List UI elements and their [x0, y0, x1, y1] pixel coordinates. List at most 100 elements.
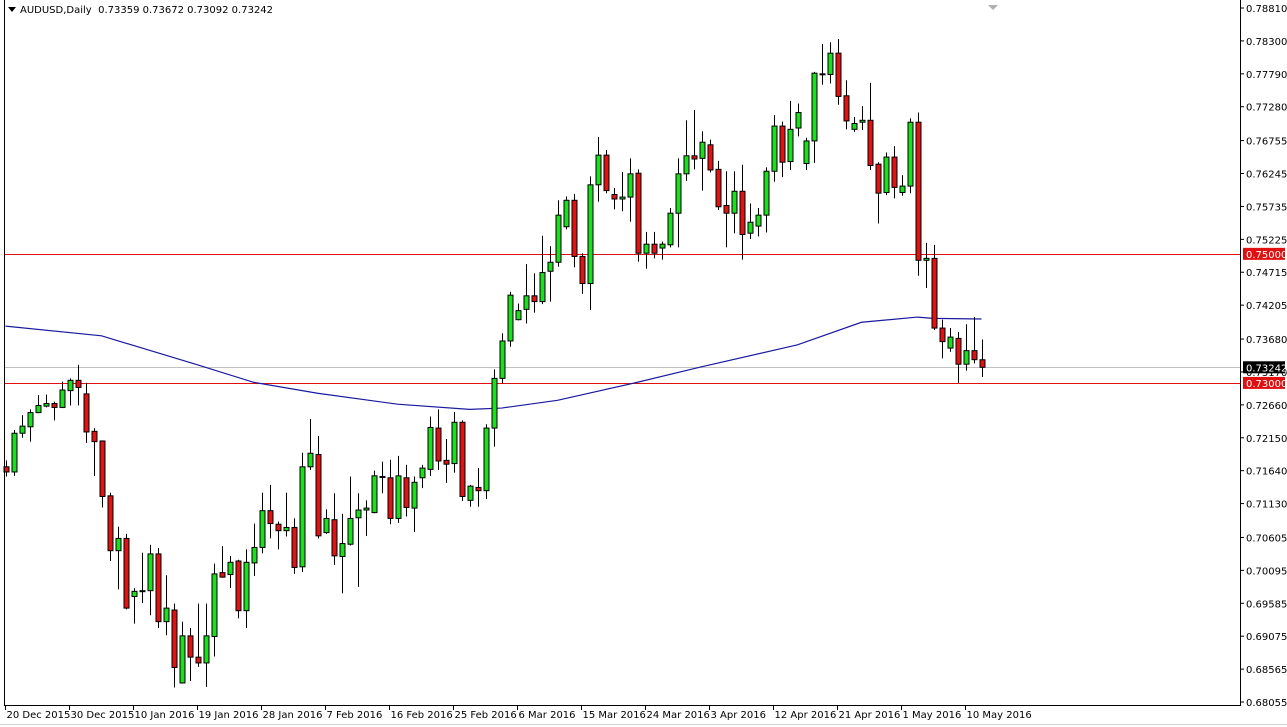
bull-candle-body: [963, 350, 970, 365]
candle: [915, 112, 922, 276]
chart-shift-marker-icon[interactable]: [988, 5, 998, 10]
bull-candle-body: [643, 243, 650, 254]
candle: [147, 544, 154, 616]
candle: [323, 509, 330, 534]
bull-candle-body: [35, 404, 42, 414]
bull-candle-body: [491, 377, 498, 429]
price-tick-label: 0.78300: [1246, 37, 1287, 48]
symbol-label: AUDUSD,Daily: [20, 5, 92, 16]
bear-candle-body: [195, 656, 202, 664]
bull-candle-body: [427, 426, 434, 470]
candle: [947, 328, 954, 352]
candle: [43, 394, 50, 408]
price-tick-label: 0.73680: [1246, 335, 1287, 346]
candle: [83, 382, 90, 443]
candle: [827, 42, 834, 84]
bear-candle-body: [635, 172, 642, 254]
candle: [787, 100, 794, 170]
bull-candle-body: [483, 427, 490, 492]
bear-candle-body: [139, 590, 146, 593]
bull-candle-body: [507, 294, 514, 342]
bull-candle-body: [363, 507, 370, 511]
bull-candle-body: [251, 546, 258, 564]
bear-candle-body: [611, 193, 618, 200]
candle: [179, 621, 186, 684]
bull-candle-body: [163, 607, 170, 623]
candle: [283, 492, 290, 537]
price-tick-label: 0.75225: [1246, 235, 1287, 246]
bull-candle-body: [523, 295, 530, 310]
bear-candle-body: [939, 327, 946, 343]
bear-candle-body: [579, 255, 586, 285]
bear-candle-body: [707, 144, 714, 171]
dropdown-triangle-icon[interactable]: [8, 7, 16, 12]
bear-candle-body: [291, 526, 298, 568]
candle: [235, 559, 242, 619]
candle: [619, 171, 626, 212]
bear-candle-body: [83, 393, 90, 433]
candle: [803, 137, 810, 170]
candle: [531, 273, 538, 313]
candle: [59, 381, 66, 409]
candle: [379, 461, 386, 494]
bull-candle-body: [731, 190, 738, 214]
bear-candle-body: [715, 168, 722, 208]
price-tick-label: 0.70605: [1246, 533, 1287, 544]
bull-candle-body: [283, 526, 290, 532]
bull-candle-body: [131, 590, 138, 597]
bull-candle-body: [803, 140, 810, 165]
candle: [27, 409, 34, 442]
bull-candle-body: [115, 537, 122, 552]
time-tick-label: 1 May 2016: [903, 710, 962, 721]
time-axis: 20 Dec 2015 30 Dec 2015 10 Jan 2016 19 Jan …: [5, 705, 1032, 721]
candle: [163, 575, 170, 636]
candle: [371, 470, 378, 514]
candle: [251, 523, 258, 576]
bull-candle-body: [699, 141, 706, 159]
candle: [707, 139, 714, 173]
price-axis: 0.78810 0.78300 0.77790 0.77280 0.76755 0.762…: [1240, 4, 1287, 709]
candle: [363, 500, 370, 536]
candle: [435, 409, 442, 471]
bear-candle-body: [915, 121, 922, 261]
bull-candle-body: [499, 340, 506, 379]
candle: [859, 106, 866, 130]
bull-candle-body: [947, 336, 954, 349]
candle: [307, 419, 314, 471]
candle: [483, 424, 490, 500]
time-tick-label: 12 Apr 2016: [775, 710, 837, 721]
candle: [139, 552, 146, 603]
candle: [795, 103, 802, 137]
bear-candle-body: [171, 609, 178, 668]
time-tick-label: 30 Dec 2015: [71, 710, 135, 721]
bull-candle-body: [203, 635, 210, 664]
bull-candle-body: [11, 432, 18, 473]
candle: [667, 208, 674, 248]
candle: [427, 416, 434, 476]
price-tick-label: 0.77790: [1246, 70, 1287, 81]
bull-candle-body: [227, 561, 234, 576]
candle: [339, 513, 346, 594]
candle: [971, 317, 978, 364]
candle: [635, 169, 642, 262]
bear-candle-body: [315, 454, 322, 537]
bull-candle-body: [19, 425, 26, 434]
bear-candle-body: [651, 243, 658, 254]
candle: [595, 137, 602, 202]
time-tick-label: 10 Jan 2016: [135, 710, 195, 721]
bull-candle-body: [27, 412, 34, 428]
candle: [891, 146, 898, 199]
time-tick-label: 6 Mar 2016: [519, 710, 576, 721]
bear-candle-body: [331, 519, 338, 557]
bull-candle-body: [67, 379, 74, 392]
candle: [523, 264, 530, 324]
candle: [299, 452, 306, 572]
price-tick-label: 0.71130: [1246, 500, 1287, 511]
bull-candle-body: [555, 214, 562, 263]
candle: [459, 420, 466, 501]
candle: [899, 175, 906, 196]
candle: [571, 193, 578, 268]
bear-candle-body: [723, 204, 730, 214]
candle: [355, 493, 362, 587]
candle: [275, 521, 282, 550]
